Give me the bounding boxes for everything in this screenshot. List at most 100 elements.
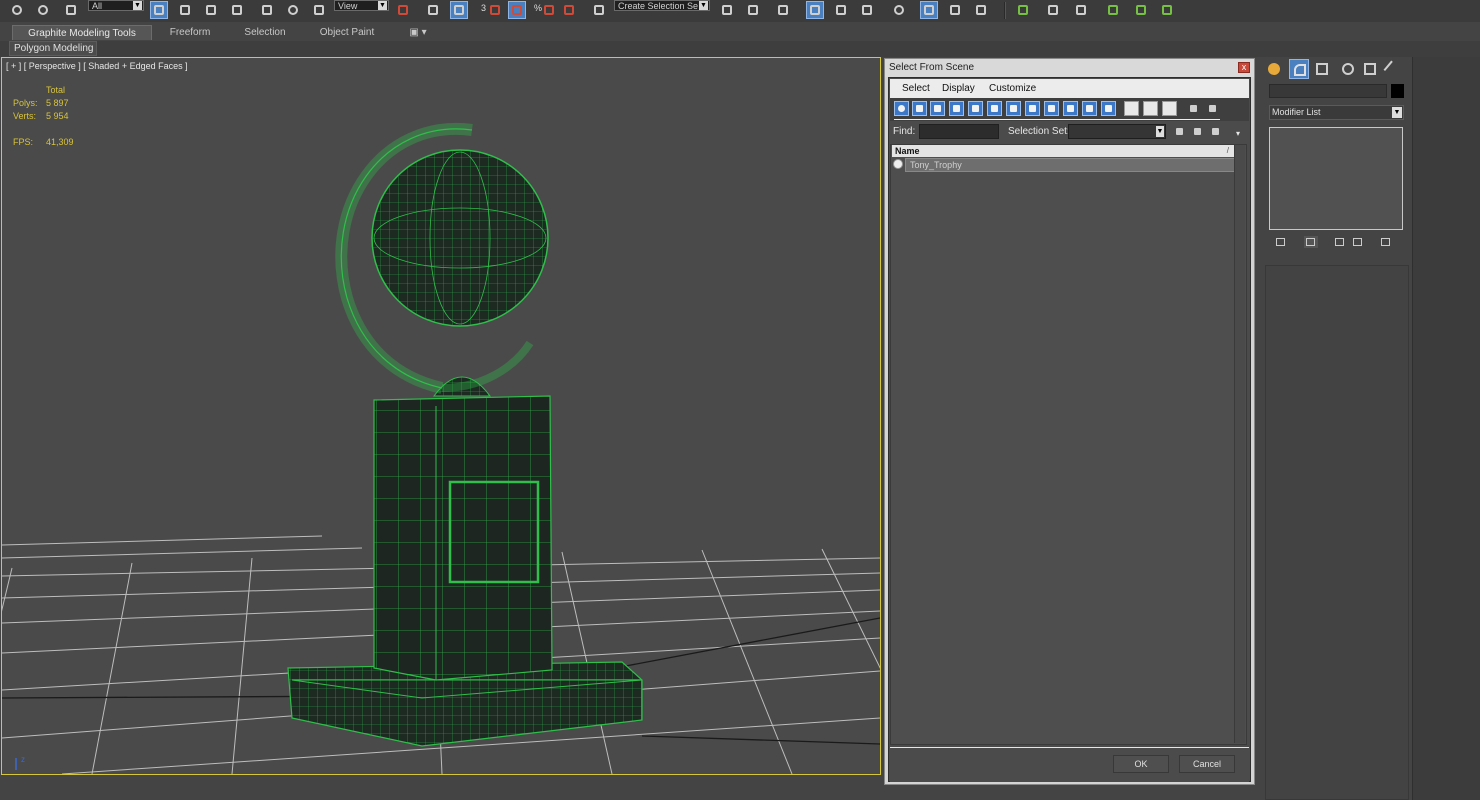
unlink-icon[interactable] — [34, 1, 52, 19]
ok-button[interactable]: OK — [1113, 755, 1169, 773]
tab-freeform[interactable]: Freeform — [160, 25, 220, 40]
tab-graphite-modeling-tools[interactable]: Graphite Modeling Tools — [12, 25, 152, 40]
tab-object-paint[interactable]: Object Paint — [312, 25, 382, 40]
display-bones-icon[interactable] — [1044, 101, 1059, 116]
rotate-icon[interactable] — [284, 1, 302, 19]
render-production-icon[interactable] — [972, 1, 990, 19]
invert-display-icon[interactable] — [1162, 101, 1177, 116]
graphite-ribbon-toggle-icon[interactable] — [806, 1, 824, 19]
modifier-stack-list[interactable] — [1269, 127, 1403, 230]
list-scrollbar[interactable] — [1234, 145, 1245, 743]
display-hidden-icon[interactable] — [1101, 101, 1116, 116]
cycle-icon[interactable] — [1132, 1, 1150, 19]
find-input[interactable] — [919, 124, 999, 139]
utilities-hammer-icon[interactable] — [1382, 59, 1402, 79]
modify-tab-icon[interactable] — [1289, 59, 1309, 79]
bind-space-warp-icon[interactable] — [62, 1, 80, 19]
render-setup-icon[interactable] — [920, 1, 938, 19]
scene-explorer-icon[interactable] — [1044, 1, 1062, 19]
keyboard-shortcut-override-icon[interactable] — [450, 1, 468, 19]
menu-customize[interactable]: Customize — [989, 83, 1036, 94]
spinner-snap-icon[interactable] — [560, 1, 578, 19]
configure-modifier-sets-icon[interactable] — [1379, 236, 1393, 248]
select-manipulate-icon[interactable] — [424, 1, 442, 19]
reference-coordinate-dropdown[interactable]: View ▼ — [334, 0, 389, 11]
scale-icon[interactable] — [310, 1, 328, 19]
display-lights-icon[interactable] — [930, 101, 945, 116]
menu-select[interactable]: Select — [902, 83, 930, 94]
align-icon[interactable] — [744, 1, 762, 19]
filter-icon[interactable] — [1186, 101, 1201, 116]
sync-icon[interactable] — [1158, 1, 1176, 19]
selection-filter-dropdown[interactable]: All ▼ — [88, 0, 144, 11]
display-geometry-icon[interactable] — [894, 101, 909, 116]
stats-verts-label: Verts: — [13, 111, 37, 121]
rendered-frame-window-icon[interactable] — [946, 1, 964, 19]
motion-tab-icon[interactable] — [1338, 59, 1358, 79]
perspective-viewport[interactable]: [ + ] [ Perspective ] [ Shaded + Edged F… — [1, 57, 881, 775]
list-item[interactable]: Tony_Trophy — [905, 158, 1235, 172]
display-groups-icon[interactable] — [1006, 101, 1021, 116]
add-to-selection-set-icon[interactable] — [1190, 124, 1205, 139]
move-icon[interactable] — [258, 1, 276, 19]
polygon-modeling-button[interactable]: Polygon Modeling — [9, 41, 97, 56]
named-selection-dropdown[interactable]: Create Selection Se ▼ — [614, 0, 710, 11]
curve-editor-icon[interactable] — [832, 1, 850, 19]
scene-object-list[interactable]: Name / Tony_Trophy — [890, 144, 1247, 745]
object-name-field[interactable] — [1269, 84, 1387, 98]
modifier-list-dropdown[interactable]: Modifier List ▼ — [1269, 105, 1404, 120]
display-shapes-icon[interactable] — [912, 101, 927, 116]
expand-arrow-icon[interactable]: ▾ — [1236, 129, 1240, 138]
display-space-warps-icon[interactable] — [987, 101, 1002, 116]
object-color-swatch[interactable] — [1391, 84, 1404, 98]
viewport-label[interactable]: [ + ] [ Perspective ] [ Shaded + Edged F… — [6, 61, 188, 71]
modifier-stack-controls — [1269, 235, 1404, 251]
show-end-result-icon[interactable] — [1304, 236, 1318, 248]
rectangular-selection-icon[interactable] — [202, 1, 220, 19]
mirror-icon[interactable] — [718, 1, 736, 19]
display-containers-icon[interactable] — [1063, 101, 1078, 116]
display-frozen-icon[interactable] — [1082, 101, 1097, 116]
reference-coordinate-value: View — [338, 1, 358, 11]
display-all-icon[interactable] — [1124, 101, 1139, 116]
select-by-name-icon[interactable] — [176, 1, 194, 19]
tab-selection[interactable]: Selection — [235, 25, 295, 40]
make-unique-icon[interactable] — [1333, 236, 1347, 248]
chevron-down-icon: ▼ — [133, 1, 142, 10]
display-helpers-icon[interactable] — [968, 101, 983, 116]
menu-display[interactable]: Display — [942, 83, 975, 94]
display-none-icon[interactable] — [1143, 101, 1158, 116]
window-crossing-icon[interactable] — [228, 1, 246, 19]
angle-snap-icon[interactable] — [508, 1, 526, 19]
layer-manager-icon[interactable] — [774, 1, 792, 19]
filter-options-icon[interactable] — [1205, 101, 1220, 116]
stats-polys-value: 5 897 — [46, 98, 69, 108]
hierarchy-tab-icon[interactable] — [1312, 59, 1332, 79]
link-icon[interactable] — [8, 1, 26, 19]
remove-modifier-icon[interactable] — [1351, 236, 1365, 248]
display-cameras-icon[interactable] — [949, 101, 964, 116]
percent-snap-icon[interactable] — [540, 1, 558, 19]
populate-icon[interactable] — [1104, 1, 1122, 19]
select-object-icon[interactable] — [150, 1, 168, 19]
schematic-view-icon[interactable] — [858, 1, 876, 19]
create-tab-sun-icon[interactable] — [1264, 59, 1284, 79]
create-selection-set-icon[interactable] — [1172, 124, 1187, 139]
selection-set-dropdown[interactable]: ▼ — [1068, 124, 1166, 139]
state-sets-icon[interactable] — [1072, 1, 1090, 19]
dialog-title[interactable]: Select From Scene — [885, 59, 1254, 77]
ribbon-options-icon[interactable]: ▣ ▾ — [406, 25, 430, 40]
remove-from-selection-set-icon[interactable] — [1208, 124, 1223, 139]
pin-stack-icon[interactable] — [1274, 236, 1288, 248]
display-tab-icon[interactable] — [1360, 59, 1380, 79]
snaps-toggle-icon[interactable] — [486, 1, 504, 19]
container-icon[interactable] — [1014, 1, 1032, 19]
close-icon[interactable]: x — [1238, 62, 1250, 73]
material-editor-icon[interactable] — [890, 1, 908, 19]
dialog-menu-bar: Select Display Customize — [890, 79, 1249, 98]
name-column-header[interactable]: Name / — [892, 145, 1235, 157]
cancel-button[interactable]: Cancel — [1179, 755, 1235, 773]
display-xrefs-icon[interactable] — [1025, 101, 1040, 116]
pivot-center-icon[interactable] — [394, 1, 412, 19]
edit-named-selection-icon[interactable] — [590, 1, 608, 19]
